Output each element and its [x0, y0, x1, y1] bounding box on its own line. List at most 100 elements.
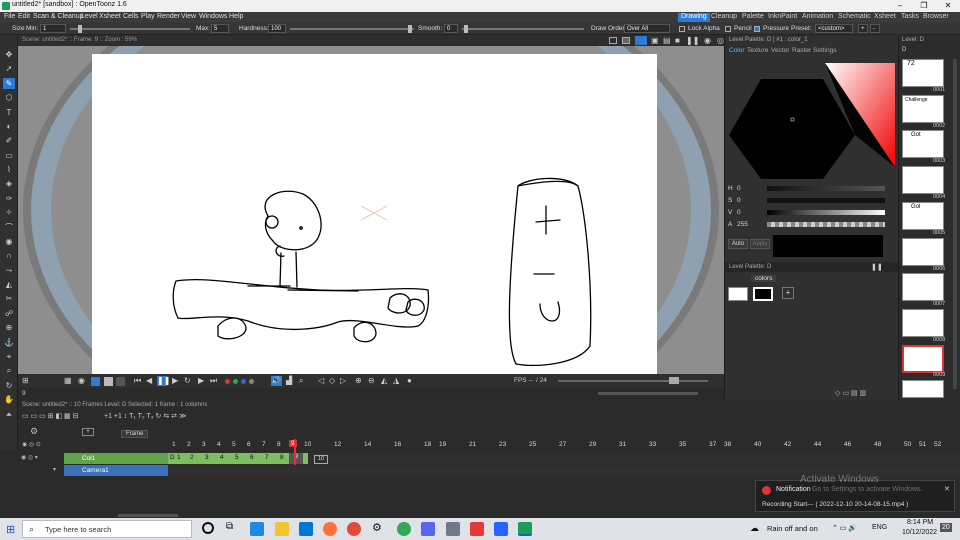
channel-v-value[interactable]: 0 [737, 209, 741, 216]
task-view-icon[interactable]: ⧉ [226, 521, 233, 532]
room-tasks[interactable]: Tasks [898, 13, 922, 22]
freeze-icon[interactable]: ■ [675, 36, 680, 45]
frame-field[interactable]: 9 [22, 390, 26, 397]
menu-view[interactable]: View [181, 13, 196, 20]
pencil-checkbox[interactable] [725, 26, 731, 32]
size-min-slider[interactable] [70, 28, 190, 30]
windows-start-icon[interactable]: ⊞ [6, 523, 15, 536]
fps-slider[interactable] [558, 380, 708, 382]
room-xsheet[interactable]: Xsheet [871, 13, 899, 22]
xsheet-scrollbar[interactable] [118, 514, 178, 517]
palette-toggle-icon[interactable]: ❚❚ [871, 263, 883, 271]
auto-button[interactable]: Auto [728, 239, 748, 249]
alpha-channel-toggle[interactable] [249, 379, 254, 384]
maximize-button[interactable]: ❐ [912, 0, 936, 12]
size-min-field[interactable]: 1 [40, 24, 66, 33]
menu-render[interactable]: Render [157, 13, 180, 20]
palette-style-0[interactable] [728, 287, 748, 301]
blue-channel-toggle[interactable] [241, 379, 246, 384]
green-channel-toggle[interactable] [233, 379, 238, 384]
taskbar-search-box[interactable]: ⌕ Type here to search [22, 520, 192, 538]
level-dropdown[interactable]: D [902, 47, 906, 53]
menu-help[interactable]: Help [229, 13, 243, 20]
flip-vertical-icon[interactable]: ◮ [393, 376, 399, 385]
channel-v-slider[interactable] [767, 210, 885, 215]
minimize-button[interactable]: – [888, 0, 912, 12]
bender-tool-icon[interactable]: ⤳ [3, 265, 15, 276]
cutter-tool-icon[interactable]: ✂ [3, 293, 15, 304]
room-palette[interactable]: Palette [739, 13, 767, 22]
geometric-tool-icon[interactable]: ⬡ [3, 92, 15, 103]
histogram-icon[interactable]: ▟ [286, 376, 292, 385]
room-cleanup[interactable]: Cleanup [708, 13, 740, 22]
cortana-icon[interactable] [202, 522, 214, 534]
control-point-editor-icon[interactable]: ✧ [3, 207, 15, 218]
rotate-tool-icon[interactable]: ↻ [3, 380, 15, 391]
type-tool-icon[interactable]: T [3, 107, 15, 118]
rgb-picker-tool-icon[interactable]: ✑ [3, 193, 15, 204]
frame-scrollbar[interactable] [598, 392, 698, 395]
pressure-checkbox[interactable] [754, 26, 760, 32]
palette-tab-colors[interactable]: colors [751, 275, 777, 282]
discord-icon[interactable] [421, 522, 435, 536]
reset-view-icon[interactable]: ● [407, 376, 412, 385]
cell[interactable]: 1 [177, 454, 181, 461]
viewer-canvas[interactable] [18, 46, 724, 374]
room-schematic[interactable]: Schematic [835, 13, 874, 22]
preview-eye-icon[interactable]: ◉ [704, 36, 711, 45]
add-preset-button[interactable]: + [858, 24, 868, 33]
cell[interactable]: 7 [265, 454, 269, 461]
add-style-button[interactable]: + [782, 287, 794, 299]
fps-value[interactable]: / 24 [536, 377, 547, 384]
selection-tool-icon[interactable]: ➚ [3, 63, 15, 74]
size-max-field[interactable]: 5 [211, 24, 229, 33]
plastic-tool-icon[interactable]: ⌖ [3, 351, 15, 362]
zoom-out-icon[interactable]: ⊖ [368, 376, 375, 385]
chrome-icon[interactable] [347, 522, 361, 536]
tab-raster[interactable]: Raster [792, 47, 811, 54]
opentoonz-taskbar-icon[interactable] [518, 522, 532, 536]
level-frame-thumb[interactable]: Challenge [902, 95, 944, 123]
channel-h-value[interactable]: 0 [737, 185, 741, 192]
camera-view-icon[interactable] [635, 36, 647, 45]
language-indicator[interactable]: ENG [872, 524, 887, 531]
cell[interactable]: 4 [220, 454, 224, 461]
hook-tool-icon[interactable]: ⚓ [3, 337, 15, 348]
notification-close-button[interactable]: ✕ [944, 485, 950, 493]
pause-button[interactable]: ❚❚ [157, 376, 170, 386]
brush-tool-icon[interactable]: ✎ [3, 78, 15, 89]
settings-gear-icon[interactable]: ⚙ [372, 521, 382, 534]
hardness-field[interactable]: 100 [268, 24, 286, 33]
menu-scan-cleanup[interactable]: Scan & Cleanup [33, 13, 84, 20]
channel-a-slider[interactable] [767, 222, 885, 227]
xsheet-key-icons[interactable]: +1 +1 ↕ T₁ T₂ T₃ ↻ ⇆ ⇄ ≫ [104, 412, 304, 423]
next-frame-button[interactable]: ▶ [198, 376, 204, 385]
frame-zoom-select[interactable]: Frame [121, 430, 149, 438]
preview-toggle-icon[interactable]: ⊞ [22, 376, 29, 385]
draw-order-select[interactable]: Over All [624, 24, 670, 33]
paint-brush-tool-icon[interactable]: ✐ [3, 135, 15, 146]
key-icon[interactable]: ◇ [329, 376, 335, 385]
cell-level-name[interactable]: D [170, 454, 175, 461]
zoom-viewer-icon[interactable]: ⌕ [299, 376, 303, 386]
tracker-tool-icon[interactable]: ⊕ [3, 322, 15, 333]
magnet-tool-icon[interactable]: ∩ [3, 250, 15, 261]
frame-ruler[interactable]: 1 2 3 4 5 6 7 8 9 10 12 14 16 18 19 21 2… [168, 440, 960, 450]
channel-a-value[interactable]: 255 [737, 221, 748, 228]
menu-level[interactable]: Level [81, 13, 98, 20]
size-min-slider-handle[interactable] [78, 25, 82, 33]
column-camera-name[interactable]: Camera1 [64, 465, 168, 476]
style-picker-tool-icon[interactable]: ◈ [3, 178, 15, 189]
remove-preset-button[interactable]: - [870, 24, 880, 33]
level-frame-thumb[interactable] [902, 238, 944, 266]
column-col1-name[interactable]: Col1 [64, 453, 168, 464]
eye-icon[interactable]: ◉ [78, 376, 85, 385]
cell[interactable]: 3 [205, 454, 209, 461]
camera-stand-toggle[interactable] [91, 377, 100, 386]
drawing-canvas[interactable] [18, 46, 724, 374]
recorder-icon[interactable] [470, 522, 484, 536]
first-frame-button[interactable]: ⏮ [134, 376, 141, 386]
palette-style-1[interactable] [753, 287, 773, 301]
column-toggle-icons[interactable]: ◉ ◎ ▾ [21, 454, 38, 461]
fps-slider-handle[interactable] [669, 377, 679, 384]
